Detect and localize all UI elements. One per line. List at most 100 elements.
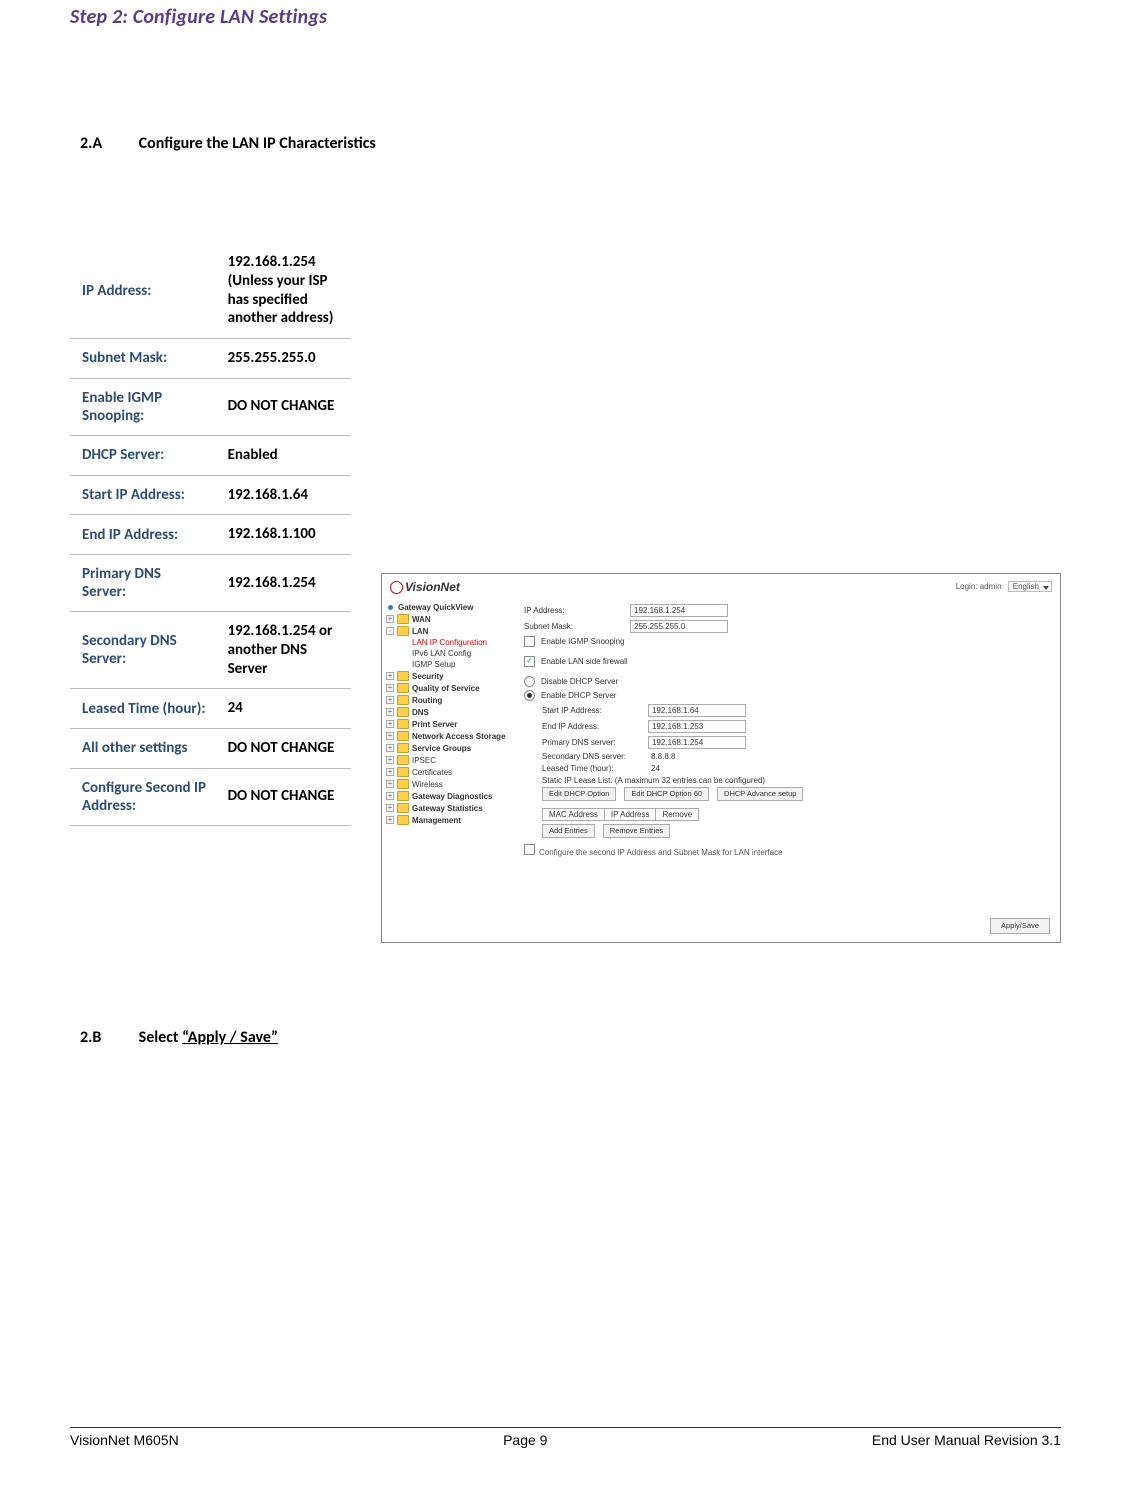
sidebar-item[interactable]: + Certificates: [386, 766, 516, 778]
sidebar-item[interactable]: IPv6 LAN Config: [386, 648, 516, 659]
footer-right: End User Manual Revision 3.1: [872, 1432, 1061, 1448]
sidebar-item[interactable]: +Quality of Service: [386, 682, 516, 694]
field-label: Configure the second IP Address and Subn…: [539, 848, 783, 857]
sidebar-item-label: Certificates: [412, 768, 452, 777]
sidebar-item[interactable]: +DNS: [386, 706, 516, 718]
sidebar-item-label: Gateway Statistics: [412, 804, 483, 813]
sidebar-item[interactable]: + Gateway Diagnostics: [386, 790, 516, 802]
dhcp-advance-button[interactable]: DHCP Advance setup: [717, 787, 803, 801]
sidebar-item[interactable]: Gateway QuickView: [386, 602, 516, 613]
add-entries-button[interactable]: Add Entries: [542, 824, 595, 838]
table-row: IP Address:192.168.1.254 (Unless your IS…: [70, 243, 351, 339]
section-2a-text: Configure the LAN IP Characteristics: [139, 134, 376, 153]
folder-icon: [397, 767, 409, 777]
expand-icon[interactable]: +: [386, 756, 394, 764]
primary-dns-input[interactable]: 192.168.1.254: [648, 736, 746, 749]
section-2b: 2.B Select “Apply / Save”: [70, 1028, 1061, 1047]
table-row: All other settingsDO NOT CHANGE: [70, 729, 351, 769]
sidebar-item[interactable]: +Routing: [386, 694, 516, 706]
expand-icon[interactable]: +: [386, 615, 394, 623]
expand-icon[interactable]: +: [386, 720, 394, 728]
table-row: Leased Time (hour):24: [70, 689, 351, 729]
expand-icon[interactable]: +: [386, 744, 394, 752]
sidebar-item-label: IPSEC: [412, 756, 436, 765]
ip-address-input[interactable]: 192.168.1.254: [630, 604, 728, 617]
folder-icon: [397, 683, 409, 693]
expand-icon[interactable]: +: [386, 780, 394, 788]
sidebar-item-label: Security: [412, 672, 444, 681]
lease-time-value: 24: [648, 764, 663, 773]
expand-icon[interactable]: +: [386, 768, 394, 776]
sidebar-tree: Gateway QuickView + WAN -LAN LAN IP Confi…: [382, 600, 516, 942]
apply-save-button[interactable]: Apply/Save: [990, 918, 1050, 934]
sidebar-item[interactable]: + WAN: [386, 613, 516, 625]
expand-icon[interactable]: +: [386, 804, 394, 812]
start-ip-input[interactable]: 192.168.1.64: [648, 704, 746, 717]
sidebar-item[interactable]: IGMP Setup: [386, 659, 516, 670]
config-panel: IP Address:192.168.1.254 Subnet Mask:255…: [516, 600, 1060, 942]
expand-icon[interactable]: +: [386, 816, 394, 824]
sidebar-item[interactable]: + Security: [386, 670, 516, 682]
expand-icon[interactable]: +: [386, 732, 394, 740]
sidebar-item[interactable]: + IPSEC: [386, 754, 516, 766]
field-label: Enable LAN side firewall: [541, 657, 628, 666]
sidebar-item[interactable]: + Service Groups: [386, 742, 516, 754]
column-header: Remove: [656, 809, 698, 820]
sidebar-item-label: Service Groups: [412, 744, 471, 753]
field-label: Enable DHCP Server: [541, 691, 616, 700]
setting-label: Primary DNS Server:: [70, 555, 216, 612]
sidebar-item[interactable]: + Print Server: [386, 718, 516, 730]
sidebar-item-lan-ip-config[interactable]: LAN IP Configuration: [386, 637, 516, 648]
field-label: Start IP Address:: [542, 706, 642, 715]
sidebar-item-label: WAN: [412, 615, 431, 624]
sidebar-item-lan[interactable]: -LAN: [386, 625, 516, 637]
sidebar-item[interactable]: + Network Access Storage: [386, 730, 516, 742]
sidebar-item-label: Network Access Storage: [412, 732, 506, 741]
dot-icon: [388, 605, 393, 610]
swirl-icon: [390, 581, 403, 594]
remove-entries-button[interactable]: Remove Entries: [603, 824, 670, 838]
edit-dhcp-option-button[interactable]: Edit DHCP Option: [542, 787, 616, 801]
apply-save-link-text: “Apply / Save”: [182, 1028, 278, 1047]
edit-dhcp-option60-button[interactable]: Edit DHCP Option 60: [624, 787, 709, 801]
sidebar-item[interactable]: + Gateway Statistics: [386, 802, 516, 814]
sidebar-item-label: Print Server: [412, 720, 457, 729]
sidebar-item-label: Gateway Diagnostics: [412, 792, 492, 801]
setting-label: IP Address:: [70, 243, 216, 339]
folder-icon: [397, 779, 409, 789]
folder-icon: [397, 815, 409, 825]
secondary-dns-value: 8.8.8.8: [648, 752, 678, 761]
section-2b-prefix: Select: [139, 1028, 182, 1047]
folder-icon: [397, 719, 409, 729]
sidebar-item-label: IGMP Setup: [412, 660, 455, 669]
language-select[interactable]: English: [1008, 581, 1052, 592]
collapse-icon[interactable]: -: [386, 627, 394, 635]
section-2a-num: 2.A: [80, 134, 135, 153]
expand-icon[interactable]: +: [386, 792, 394, 800]
sidebar-item[interactable]: +Wireless: [386, 778, 516, 790]
sidebar-item[interactable]: +Management: [386, 814, 516, 826]
setting-label: All other settings: [70, 729, 216, 769]
subnet-mask-input[interactable]: 255.255.255.0: [630, 620, 728, 633]
igmp-checkbox[interactable]: [524, 636, 535, 647]
second-ip-checkbox[interactable]: [524, 844, 535, 855]
table-row: End IP Address:192.168.1.100: [70, 515, 351, 555]
expand-icon[interactable]: +: [386, 684, 394, 692]
column-header: IP Address: [605, 809, 657, 820]
setting-value: 192.168.1.100: [216, 515, 351, 555]
firewall-checkbox[interactable]: ✓: [524, 656, 535, 667]
step-title: Step 2: Configure LAN Settings: [70, 0, 1061, 29]
dhcp-enable-radio[interactable]: [524, 690, 535, 701]
setting-value: 192.168.1.254 or another DNS Server: [216, 612, 351, 689]
expand-icon[interactable]: +: [386, 708, 394, 716]
end-ip-input[interactable]: 192.168.1.253: [648, 720, 746, 733]
dhcp-disable-radio[interactable]: [524, 676, 535, 687]
static-lease-note: Static IP Lease List: (A maximum 32 entr…: [542, 776, 1052, 785]
footer-left: VisionNet M605N: [70, 1432, 179, 1448]
footer-center: Page 9: [503, 1432, 547, 1448]
expand-icon[interactable]: +: [386, 672, 394, 680]
folder-icon: [397, 695, 409, 705]
brand-logo: VisionNet: [390, 580, 460, 594]
setting-label: Enable IGMP Snooping:: [70, 378, 216, 435]
expand-icon[interactable]: +: [386, 696, 394, 704]
